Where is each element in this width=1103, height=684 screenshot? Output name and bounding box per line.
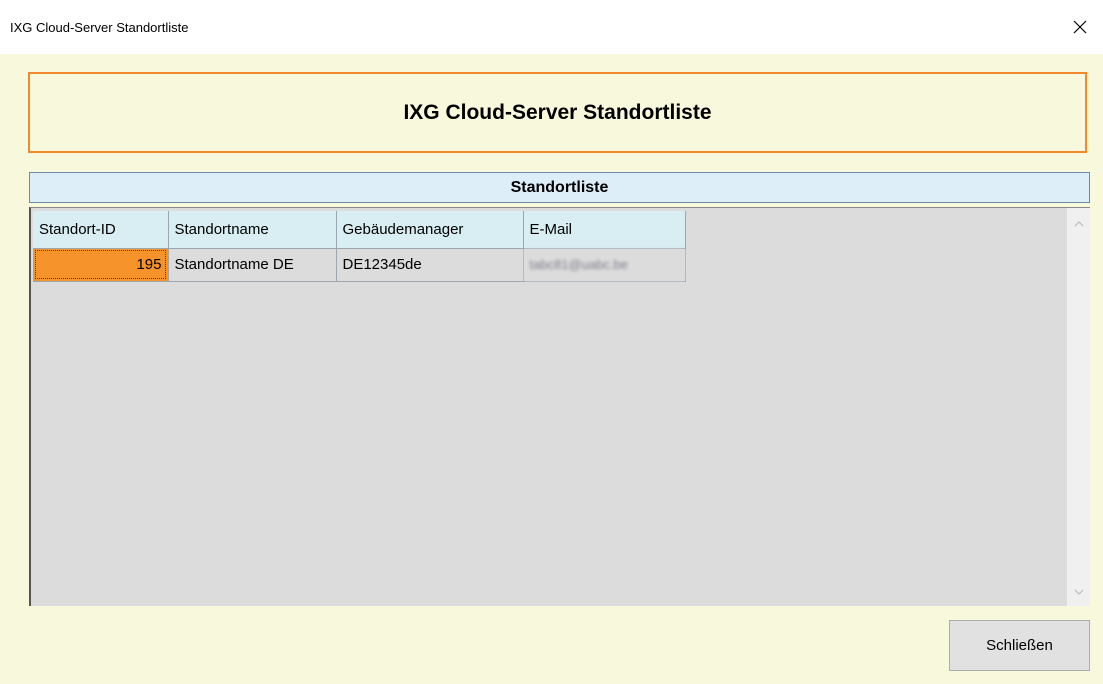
page-title: IXG Cloud-Server Standortliste (403, 100, 712, 124)
close-icon (1073, 20, 1087, 34)
section-title-bar: Standortliste (29, 172, 1090, 203)
cell-gebaeudemanager[interactable]: DE12345de (336, 248, 524, 282)
location-table: Standort-ID Standortname Gebäudemanager … (33, 211, 686, 282)
scroll-down-button[interactable] (1067, 582, 1090, 602)
column-header-standortname[interactable]: Standortname (168, 211, 337, 249)
chevron-up-icon (1074, 221, 1083, 227)
chevron-down-icon (1074, 589, 1083, 595)
header-panel: IXG Cloud-Server Standortliste (28, 72, 1087, 153)
vertical-scrollbar[interactable] (1067, 208, 1090, 606)
cell-standort-id[interactable]: 195 (33, 248, 169, 282)
window-close-button[interactable] (1057, 0, 1103, 54)
close-button[interactable]: Schließen (949, 620, 1090, 671)
window-title: IXG Cloud-Server Standortliste (10, 20, 189, 35)
section-title: Standortliste (510, 178, 609, 196)
column-header-email[interactable]: E-Mail (523, 211, 686, 249)
column-header-gebaeudemanager[interactable]: Gebäudemanager (336, 211, 524, 249)
title-bar: IXG Cloud-Server Standortliste (0, 0, 1103, 54)
cell-email[interactable]: tabc81@uabc.be (523, 248, 686, 282)
cell-standortname[interactable]: Standortname DE (168, 248, 337, 282)
scroll-up-button[interactable] (1067, 214, 1090, 234)
table-row[interactable]: 195 Standortname DE DE12345de tabc81@uab… (33, 248, 686, 282)
location-grid[interactable]: Standort-ID Standortname Gebäudemanager … (29, 207, 1090, 606)
dialog-window: IXG Cloud-Server Standortliste IXG Cloud… (0, 0, 1103, 684)
column-header-standort-id[interactable]: Standort-ID (33, 211, 169, 249)
table-header-row: Standort-ID Standortname Gebäudemanager … (33, 211, 686, 249)
